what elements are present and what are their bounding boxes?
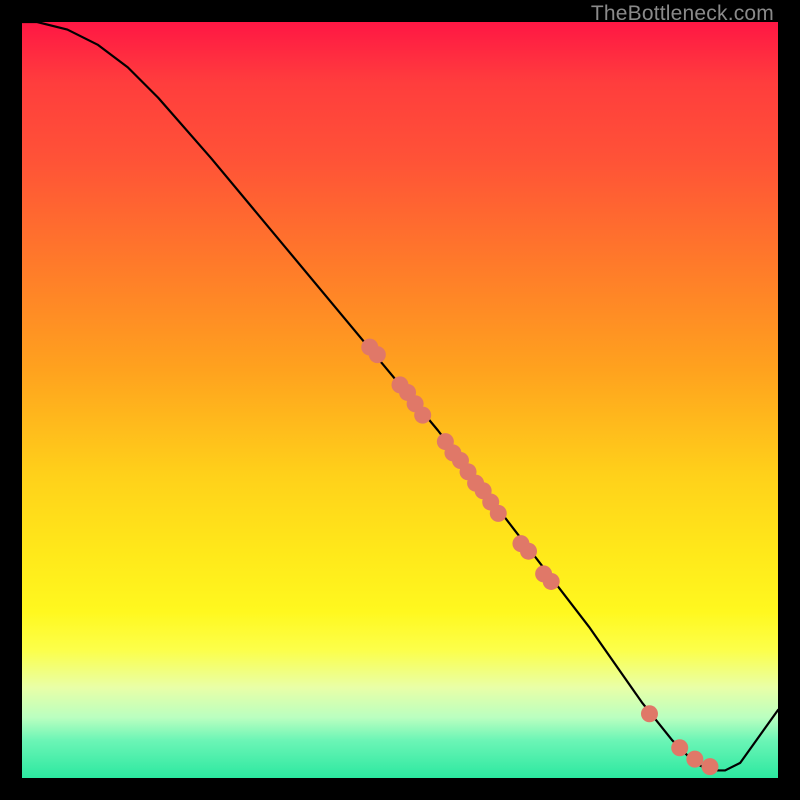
watermark-text: TheBottleneck.com: [591, 2, 774, 26]
data-marker: [543, 573, 560, 590]
data-marker: [641, 705, 658, 722]
data-marker: [414, 407, 431, 424]
plot-area: [22, 22, 778, 778]
chart-root: TheBottleneck.com: [0, 0, 800, 800]
data-marker: [520, 543, 537, 560]
curve-svg: [22, 22, 778, 778]
data-marker: [671, 739, 688, 756]
data-marker: [701, 758, 718, 775]
marker-group: [361, 339, 718, 776]
data-marker: [369, 346, 386, 363]
data-marker: [490, 505, 507, 522]
data-marker: [686, 751, 703, 768]
